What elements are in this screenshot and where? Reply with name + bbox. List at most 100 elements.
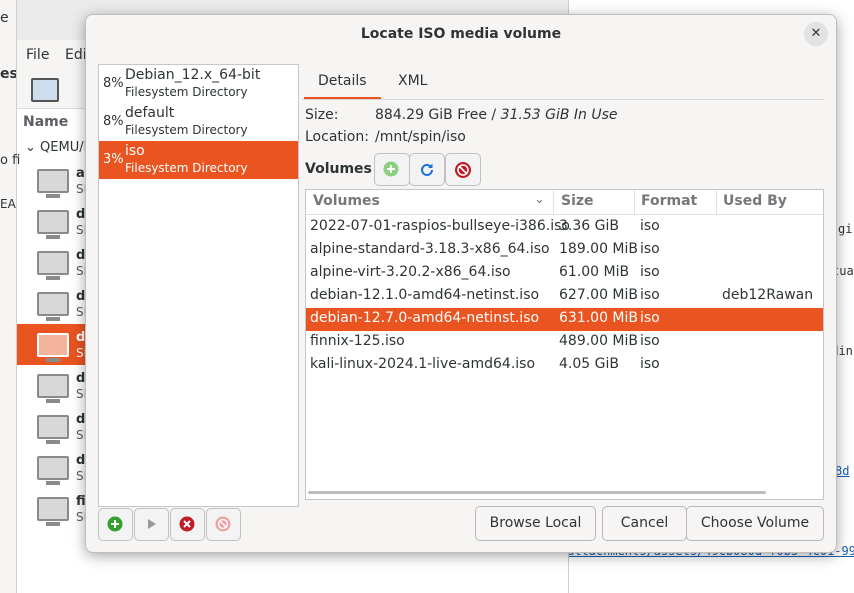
table-header: Volumes ⌄ Size Format Used By — [306, 190, 823, 215]
add-pool-button[interactable] — [98, 508, 133, 541]
bg-link-fragment[interactable]: 8d — [835, 464, 849, 478]
add-volume-button[interactable] — [374, 153, 410, 186]
table-row[interactable]: kali-linux-2024.1-live-amd64.iso 4.05 Gi… — [306, 354, 823, 377]
column-divider — [553, 190, 554, 214]
connection-group[interactable]: ⌄ QEMU/K — [25, 140, 92, 155]
locate-iso-dialog: Locate ISO media volume ✕ 8% Debian_12.x… — [85, 14, 837, 553]
volume-size: 489.00 MiB — [559, 333, 639, 349]
column-divider — [716, 190, 717, 214]
add-icon — [107, 516, 123, 536]
add-icon — [383, 161, 399, 181]
refresh-icon — [418, 161, 436, 183]
monitor-icon — [37, 251, 69, 280]
close-button[interactable]: ✕ — [804, 22, 828, 46]
table-row-selected[interactable]: debian-12.7.0-amd64-netinst.iso 631.00 M… — [306, 308, 823, 331]
volume-size: 61.00 MiB — [559, 264, 630, 280]
bg-search-fragment: o fi — [0, 153, 21, 168]
monitor-icon — [37, 374, 69, 403]
monitor-icon — [37, 169, 69, 198]
volumes-label: Volumes — [305, 161, 372, 177]
volume-size: 189.00 MiB — [559, 241, 639, 257]
volume-format: iso — [640, 356, 660, 372]
play-icon — [143, 516, 159, 536]
monitor-icon — [37, 210, 69, 239]
pool-usage: 8% — [103, 76, 124, 91]
bg-edge-text: e — [0, 10, 9, 26]
volume-format: iso — [640, 310, 660, 326]
pool-type: Filesystem Directory — [125, 85, 248, 99]
delete-icon — [454, 161, 472, 183]
volume-format: iso — [640, 241, 660, 257]
volume-name: finnix-125.iso — [310, 333, 405, 349]
table-row[interactable]: alpine-standard-3.18.3-x86_64.iso 189.00… — [306, 239, 823, 262]
volume-name: alpine-standard-3.18.3-x86_64.iso — [310, 241, 550, 257]
menu-file[interactable]: File — [26, 47, 49, 63]
volume-name: 2022-07-01-raspios-bullseye-i386.iso — [310, 218, 570, 234]
volume-size: 631.00 MiB — [559, 310, 639, 326]
location-label: Location: — [305, 129, 369, 145]
column-name-header[interactable]: Name — [23, 114, 68, 130]
start-pool-button[interactable] — [134, 508, 169, 541]
tab-divider — [302, 99, 824, 100]
storage-pool-list: 8% Debian_12.x_64-bit Filesystem Directo… — [98, 64, 299, 507]
volume-name: kali-linux-2024.1-live-amd64.iso — [310, 356, 536, 372]
refresh-button[interactable] — [409, 153, 445, 186]
column-volumes[interactable]: Volumes — [313, 193, 380, 209]
choose-volume-button[interactable]: Choose Volume — [686, 506, 824, 541]
column-size[interactable]: Size — [561, 193, 594, 209]
table-row[interactable]: 2022-07-01-raspios-bullseye-i386.iso 3.3… — [306, 216, 823, 239]
size-label: Size: — [305, 107, 339, 123]
table-row[interactable]: alpine-virt-3.20.2-x86_64.iso 61.00 MiB … — [306, 262, 823, 285]
browse-local-button[interactable]: Browse Local — [475, 506, 596, 541]
volume-table: Volumes ⌄ Size Format Used By 2022-07-01… — [305, 189, 824, 500]
new-vm-icon[interactable] — [31, 78, 59, 102]
close-icon: ✕ — [810, 26, 822, 41]
volume-name: debian-12.1.0-amd64-netinst.iso — [310, 287, 540, 303]
volume-name: debian-12.7.0-amd64-netinst.iso — [310, 310, 540, 326]
bg-text-fragment: gi — [838, 222, 853, 236]
dialog-title: Locate ISO media volume — [86, 15, 836, 53]
volume-format: iso — [640, 287, 660, 303]
monitor-icon — [37, 292, 69, 321]
sort-chevron-icon: ⌄ — [534, 192, 545, 207]
monitor-icon — [37, 456, 69, 485]
volume-size: 4.05 GiB — [559, 356, 619, 372]
monitor-icon — [37, 497, 69, 526]
delete-icon — [215, 516, 231, 536]
pool-usage: 8% — [103, 114, 124, 129]
cancel-button[interactable]: Cancel — [602, 506, 687, 541]
horizontal-scrollbar[interactable] — [308, 491, 766, 494]
pool-type: Filesystem Directory — [125, 161, 248, 175]
column-format[interactable]: Format — [641, 193, 697, 209]
volume-format: iso — [640, 264, 660, 280]
pool-item[interactable]: 8% default Filesystem Directory — [99, 103, 298, 141]
table-row[interactable]: finnix-125.iso 489.00 MiB iso — [306, 331, 823, 354]
location-value: /mnt/spin/iso — [375, 129, 466, 145]
tab-xml[interactable]: XML — [398, 73, 427, 89]
pool-item-selected[interactable]: 3% iso Filesystem Directory — [99, 141, 298, 179]
stop-pool-button[interactable] — [170, 508, 205, 541]
pool-item[interactable]: 8% Debian_12.x_64-bit Filesystem Directo… — [99, 65, 298, 103]
volume-size: 3.36 GiB — [559, 218, 619, 234]
column-used-by[interactable]: Used By — [723, 193, 787, 209]
pool-type: Filesystem Directory — [125, 123, 248, 137]
volume-format: iso — [640, 218, 660, 234]
column-divider — [634, 190, 635, 214]
tab-details[interactable]: Details — [304, 73, 380, 100]
volume-format: iso — [640, 333, 660, 349]
monitor-icon — [37, 415, 69, 444]
pool-name: default — [125, 105, 175, 121]
size-free: 884.29 GiB Free / — [375, 107, 501, 123]
volume-size: 627.00 MiB — [559, 287, 639, 303]
delete-volume-button[interactable] — [445, 153, 481, 186]
menu-edit[interactable]: Edi — [65, 47, 87, 63]
pool-name: Debian_12.x_64-bit — [125, 67, 261, 83]
table-row[interactable]: debian-12.1.0-amd64-netinst.iso 627.00 M… — [306, 285, 823, 308]
pool-usage: 3% — [103, 152, 124, 167]
size-used: 31.53 GiB In Use — [500, 107, 618, 123]
delete-pool-button[interactable] — [206, 508, 241, 541]
stop-icon — [179, 516, 195, 536]
pool-name: iso — [125, 143, 145, 159]
size-value: 884.29 GiB Free / 31.53 GiB In Use — [375, 107, 618, 123]
chevron-down-icon: ⌄ — [25, 140, 41, 155]
